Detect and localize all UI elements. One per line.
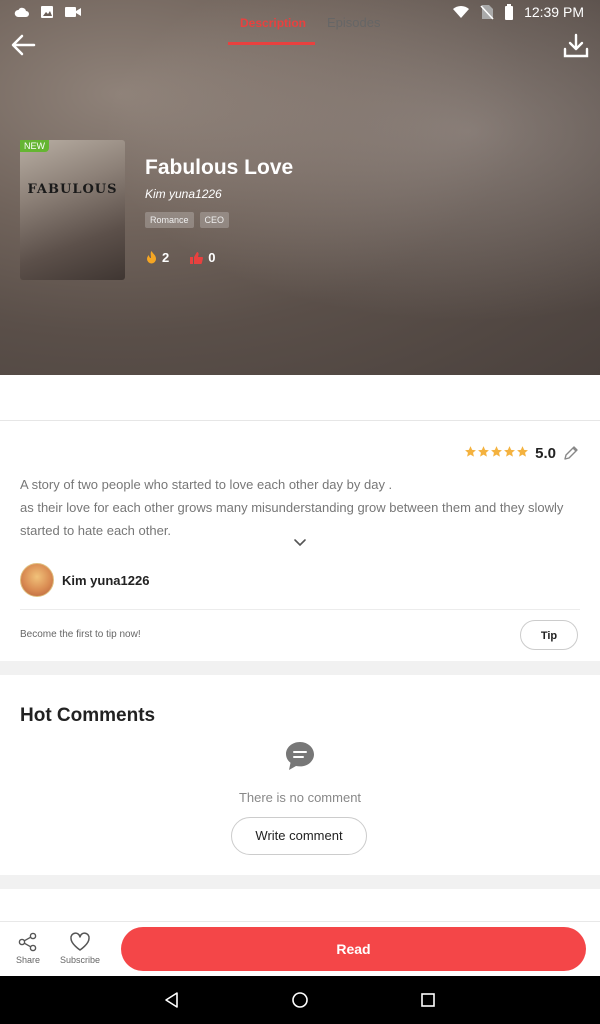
book-stats: 2 0 [145,250,215,265]
status-left-icons [14,5,82,19]
nav-back-icon[interactable] [162,990,182,1010]
status-bar: 12:39 PM [0,0,600,24]
share-label: Share [15,955,41,965]
book-tags: Romance CEO [145,212,230,228]
book-description: A story of two people who started to lov… [20,473,580,542]
star-icon [504,446,516,457]
active-tab-indicator [228,42,315,45]
tip-button[interactable]: Tip [520,620,578,650]
fire-icon [147,251,156,264]
share-icon [18,932,37,952]
section-separator [0,661,600,675]
download-icon[interactable] [562,32,590,60]
image-icon [41,6,53,18]
rating-row: 5.0 [464,444,580,462]
share-button[interactable]: Share [6,931,50,965]
new-badge: NEW [20,140,49,152]
author-row[interactable]: Kim yuna1226 [20,563,149,597]
arrow-left-icon[interactable] [8,30,38,60]
status-time: 12:39 PM [524,4,584,20]
star-icon [465,446,477,457]
tab-bar [0,375,600,421]
star-icon [478,446,490,457]
section-separator [0,875,600,889]
thumbs-up-icon [190,251,204,264]
book-title: Fabulous Love [145,156,294,179]
chevron-down-icon[interactable] [292,537,308,549]
divider [20,609,580,610]
rating-value: 5.0 [535,444,556,462]
fire-count: 2 [162,250,170,265]
tip-prompt: Become the first to tip now! [20,629,141,640]
like-count: 0 [208,250,216,265]
read-button[interactable]: Read [121,927,586,971]
status-right-icons: 12:39 PM [452,4,584,20]
cover-title-text: FABULOUS [27,182,118,197]
write-comment-button[interactable]: Write comment [231,817,367,855]
hot-comments-title: Hot Comments [20,705,156,726]
pencil-icon[interactable] [562,444,580,462]
book-cover[interactable]: FABULOUS [20,140,125,280]
heart-icon [70,932,90,951]
battery-icon [505,4,514,20]
author-name[interactable]: Kim yuna1226 [62,573,149,588]
rating-stars [464,445,529,461]
nav-recents-icon[interactable] [418,990,438,1010]
empty-comments-text: There is no comment [238,790,362,805]
video-icon [65,7,81,17]
cloud-icon [14,7,29,17]
star-icon [517,446,529,457]
description-line-1: A story of two people who started to lov… [20,477,393,492]
subscribe-button[interactable]: Subscribe [58,931,102,965]
nav-home-icon[interactable] [290,990,310,1010]
avatar[interactable] [20,563,54,597]
wifi-icon [453,5,470,18]
fire-stat: 2 [145,250,169,265]
star-icon [491,446,503,457]
tag-romance[interactable]: Romance [145,212,194,228]
tag-ceo[interactable]: CEO [199,212,230,228]
book-author[interactable]: Kim yuna1226 [145,187,222,201]
no-sim-icon [480,5,494,20]
like-stat: 0 [189,250,215,265]
subscribe-label: Subscribe [59,955,101,965]
description-line-2: as their love for each other grows many … [20,500,564,538]
comment-bubble-icon [286,742,314,770]
